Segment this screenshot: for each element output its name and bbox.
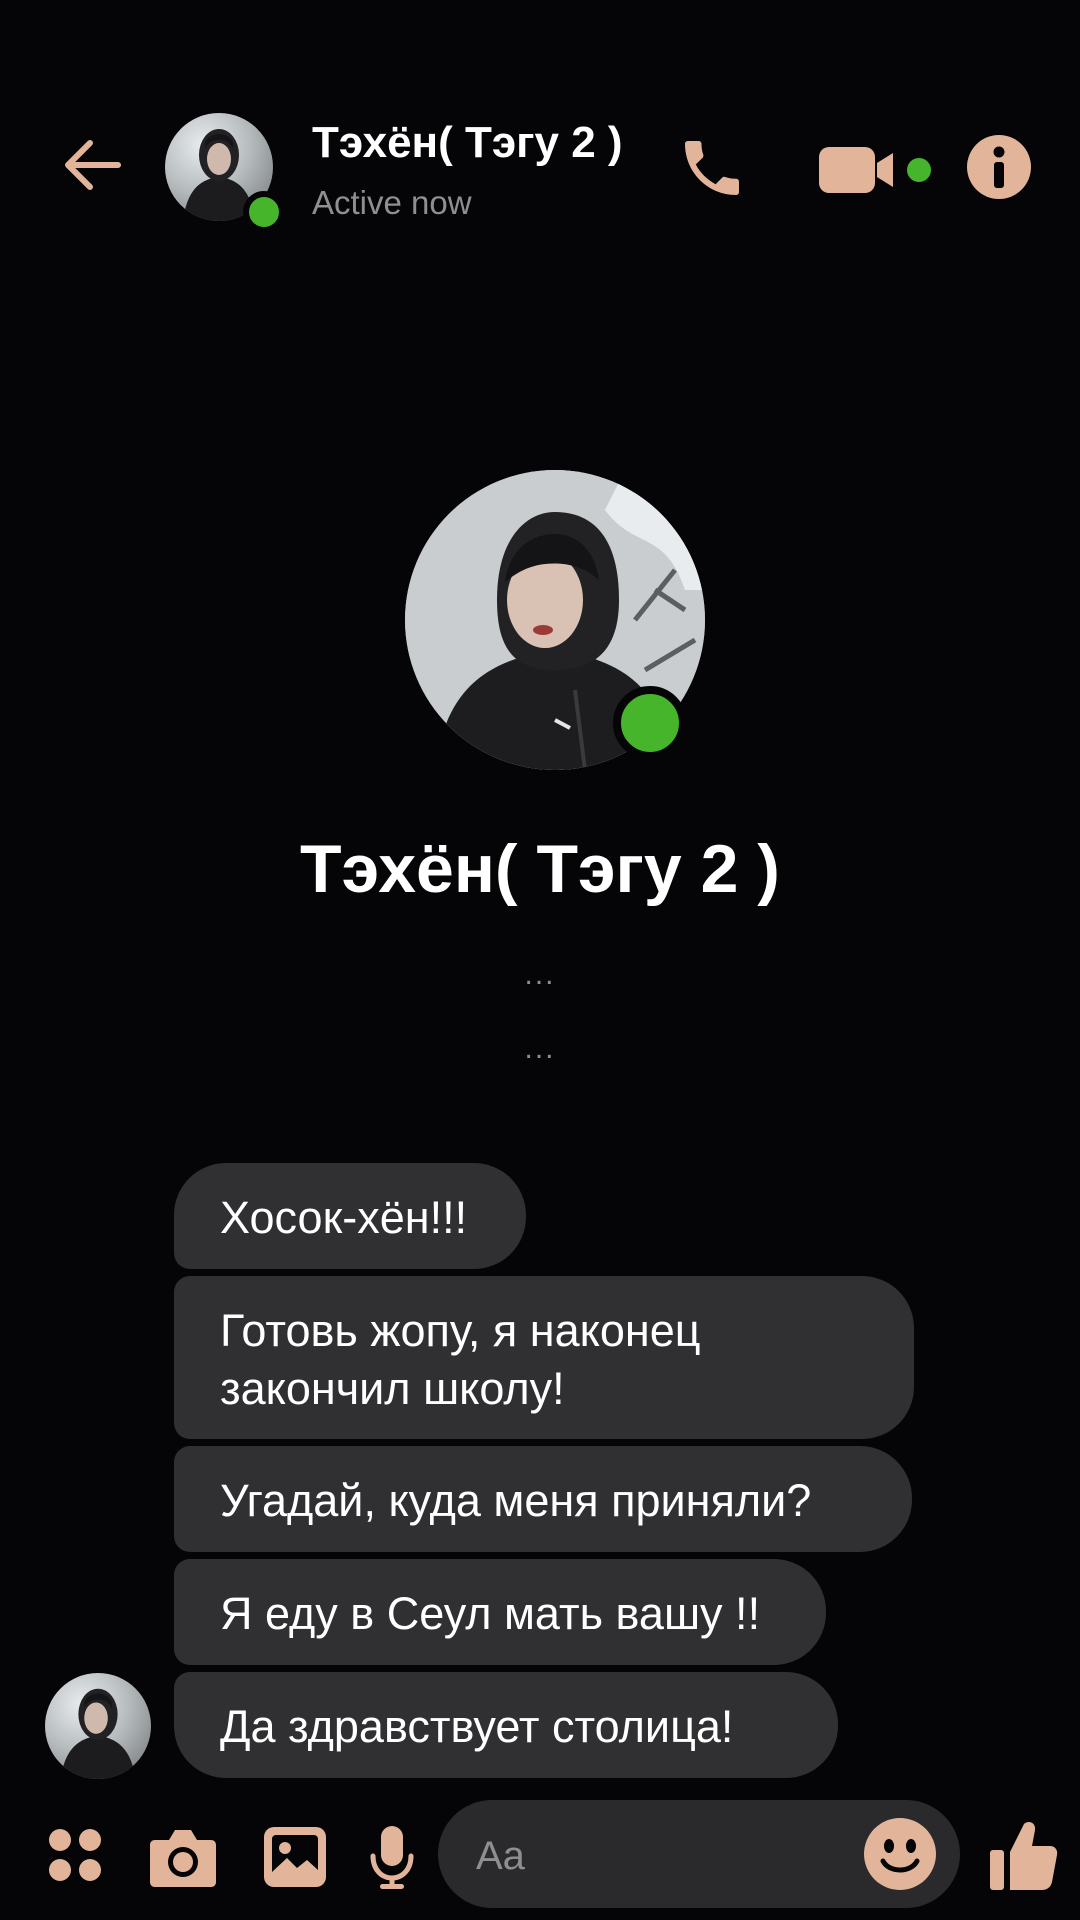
audio-call-button[interactable] bbox=[672, 128, 752, 208]
message-bubble[interactable]: Готовь жопу, я наконец закончил школу! bbox=[174, 1276, 914, 1439]
message-bubble[interactable]: Хосок-хён!!! bbox=[174, 1163, 526, 1269]
chat-header: Тэхён( Тэгу 2 ) Active now bbox=[0, 0, 1080, 260]
menu-button[interactable] bbox=[40, 1820, 110, 1890]
message-bubble[interactable]: Угадай, куда меня приняли? bbox=[174, 1446, 912, 1552]
emoji-button[interactable] bbox=[862, 1816, 938, 1892]
profile-subtitle-2: ... bbox=[524, 1032, 556, 1065]
sender-photo bbox=[45, 1673, 151, 1779]
thumbs-up-icon bbox=[990, 1822, 1058, 1890]
contact-name[interactable]: Тэхён( Тэгу 2 ) bbox=[312, 118, 623, 168]
camera-button[interactable] bbox=[146, 1820, 220, 1894]
info-button[interactable] bbox=[965, 133, 1033, 201]
back-button[interactable] bbox=[52, 125, 132, 205]
profile-avatar[interactable] bbox=[405, 470, 705, 770]
message-input[interactable] bbox=[474, 1828, 838, 1884]
phone-icon bbox=[685, 141, 739, 195]
smiley-icon bbox=[864, 1818, 936, 1890]
microphone-icon bbox=[370, 1826, 414, 1889]
arrow-left-icon bbox=[65, 140, 121, 190]
four-dots-menu-icon bbox=[49, 1829, 101, 1881]
image-icon bbox=[264, 1827, 326, 1887]
like-button[interactable] bbox=[983, 1815, 1063, 1895]
info-icon bbox=[967, 135, 1031, 199]
online-indicator-large bbox=[613, 686, 687, 760]
message-bubble[interactable]: Я еду в Сеул мать вашу !! bbox=[174, 1559, 826, 1665]
profile-subtitle-1: ... bbox=[524, 958, 556, 991]
voice-button[interactable] bbox=[362, 1820, 422, 1894]
camera-icon bbox=[150, 1830, 216, 1887]
header-avatar[interactable] bbox=[165, 113, 285, 233]
gallery-button[interactable] bbox=[258, 1820, 332, 1894]
message-bubble[interactable]: Да здравствует столица! bbox=[174, 1672, 838, 1778]
message-composer bbox=[438, 1800, 960, 1908]
profile-name: Тэхён( Тэгу 2 ) bbox=[300, 831, 780, 907]
sender-avatar[interactable] bbox=[45, 1673, 151, 1779]
video-camera-icon bbox=[819, 147, 931, 193]
online-indicator bbox=[243, 191, 285, 233]
active-status: Active now bbox=[312, 184, 472, 221]
video-call-button[interactable] bbox=[815, 135, 945, 205]
